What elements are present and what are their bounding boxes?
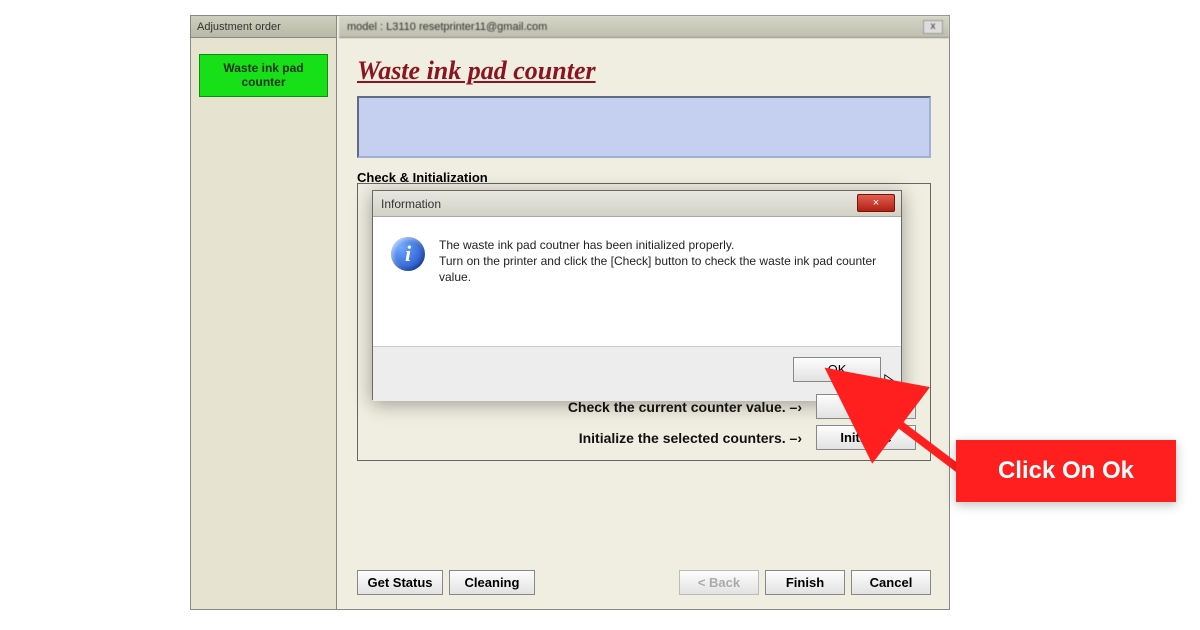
status-display [357,96,931,158]
dialog-close-button[interactable]: × [857,194,895,212]
main-window: model : L3110 resetprinter11@gmail.com x… [339,16,949,609]
ok-button[interactable]: OK [793,357,881,382]
action-rows: Check the current counter value. –› Chec… [416,388,916,450]
sidebar-titlebar: Adjustment order [191,16,336,38]
annotation-text: Click On Ok [998,457,1134,485]
dialog-message: The waste ink pad coutner has been initi… [439,237,883,336]
sidebar-item-line1: Waste ink pad [223,61,303,75]
sidebar-item-waste-ink-pad-counter[interactable]: Waste ink pad counter [199,54,328,97]
main-titlebar-text: model : L3110 resetprinter11@gmail.com [347,21,547,33]
sidebar-item-line2: counter [241,75,285,89]
get-status-button[interactable]: Get Status [357,570,443,595]
window-close-button[interactable]: x [923,20,943,34]
app-window: Adjustment order Waste ink pad counter m… [190,15,950,610]
finish-button[interactable]: Finish [765,570,845,595]
initialize-row: Initialize the selected counters. –› Ini… [416,425,916,450]
main-titlebar: model : L3110 resetprinter11@gmail.com x [339,16,949,38]
initialize-label: Initialize the selected counters. –› [579,430,802,446]
cancel-button[interactable]: Cancel [851,570,931,595]
group-border: Information × i The waste ink pad coutne… [357,183,931,461]
info-icon: i [391,237,425,271]
check-row: Check the current counter value. –› Chec… [416,394,916,419]
dialog-titlebar: Information × [373,191,901,217]
initialize-button[interactable]: Initialize [816,425,916,450]
check-button[interactable]: Check [816,394,916,419]
bottom-nav: Get Status Cleaning < Back Finish Cancel [357,570,931,595]
information-dialog: Information × i The waste ink pad coutne… [372,190,902,400]
check-label: Check the current counter value. –› [568,399,802,415]
sidebar-window: Adjustment order Waste ink pad counter [191,16,337,609]
cleaning-button[interactable]: Cleaning [449,570,535,595]
back-button[interactable]: < Back [679,570,759,595]
dialog-body: i The waste ink pad coutner has been ini… [373,217,901,347]
annotation-callout: Click On Ok [956,440,1176,502]
page-title: Waste ink pad counter [357,56,949,86]
dialog-title-text: Information [381,197,441,211]
check-init-group: Check & Initialization Information × i T… [357,170,931,461]
